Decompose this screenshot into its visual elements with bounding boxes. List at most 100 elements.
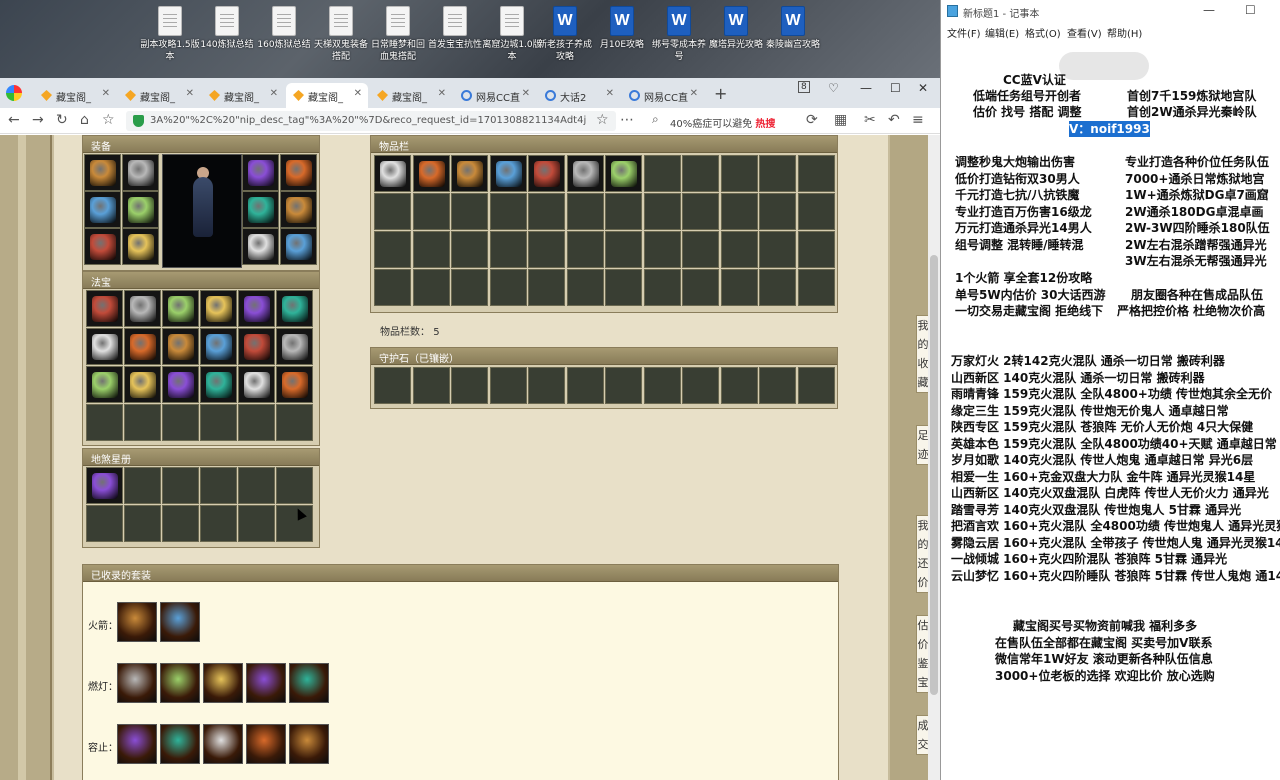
book-slot[interactable] [162,505,199,542]
fabao-slot[interactable] [238,290,275,327]
new-tab-button[interactable]: + [714,84,727,103]
sync-icon[interactable]: ⟳ [806,112,818,128]
equip-slot[interactable] [84,191,121,228]
fabao-slot[interactable] [238,328,275,365]
fabao-slot[interactable] [200,290,237,327]
equip-slot[interactable] [280,191,317,228]
fabao-slot[interactable] [276,290,313,327]
inventory-slot[interactable] [605,231,642,268]
book-slot[interactable] [162,467,199,504]
reload-icon[interactable]: ↻ [56,112,68,128]
np-minimize-button[interactable]: — [1203,3,1215,17]
inventory-slot[interactable] [412,269,450,306]
inventory-slot[interactable] [720,193,758,230]
tab-close-icon[interactable]: ✕ [354,88,362,99]
inventory-slot[interactable] [605,155,642,192]
tab-close-icon[interactable]: ✕ [606,88,614,99]
equip-slot[interactable] [242,228,279,265]
set-item[interactable] [160,663,200,703]
inventory-slot[interactable] [759,155,796,192]
fabao-slot[interactable] [276,404,313,441]
desktop-icon-text-file[interactable]: 首发宝宝抗性 [425,6,485,51]
inventory-slot[interactable] [374,155,411,192]
inventory-slot[interactable] [374,269,411,306]
equip-slot[interactable] [122,191,159,228]
set-item[interactable] [160,602,200,642]
inventory-slot[interactable] [720,231,758,268]
desktop-icon-text-file[interactable]: 离窟边城1.0版本 [482,6,542,63]
equip-slot[interactable] [122,228,159,265]
equip-slot[interactable] [84,228,121,265]
guard-slot[interactable] [797,367,835,404]
inventory-slot[interactable] [374,231,411,268]
inventory-slot[interactable] [528,231,565,268]
inventory-slot[interactable] [412,155,450,192]
tab-count-badge[interactable]: 8 [798,81,810,93]
inventory-slot[interactable] [566,193,604,230]
fabao-slot[interactable] [200,366,237,403]
skin-icon[interactable]: ♡ [828,81,839,95]
equip-slot[interactable] [280,154,317,191]
menu-item[interactable]: 帮助(H) [1107,25,1142,40]
favorite-star-icon[interactable]: ☆ [596,112,609,128]
inventory-slot[interactable] [682,269,719,306]
book-slot[interactable] [124,505,161,542]
inventory-slot[interactable] [451,269,488,306]
tab-7[interactable]: 大话2 ✕ [538,83,620,108]
inventory-slot[interactable] [643,269,681,306]
inventory-slot[interactable] [528,155,565,192]
inventory-slot[interactable] [451,155,488,192]
fabao-slot[interactable] [86,404,123,441]
inventory-slot[interactable] [643,231,681,268]
desktop-icon-word-doc[interactable]: W 绑号零成本养号 [649,6,709,63]
book-slot[interactable] [276,467,313,504]
scrollbar[interactable] [928,135,940,780]
inventory-slot[interactable] [720,269,758,306]
book-slot[interactable] [86,467,123,504]
inventory-slot[interactable] [489,193,527,230]
set-item[interactable] [289,663,329,703]
undo-icon[interactable]: ↶ [888,112,900,128]
book-slot[interactable] [200,505,237,542]
menu-item[interactable]: 查看(V) [1067,25,1102,40]
guard-slot[interactable] [720,367,758,404]
inventory-slot[interactable] [682,155,719,192]
desktop-icon-word-doc[interactable]: W 月10E攻略 [592,6,652,51]
fabao-slot[interactable] [238,404,275,441]
fabao-slot[interactable] [162,328,199,365]
fabao-slot[interactable] [162,404,199,441]
fabao-slot[interactable] [124,328,161,365]
inventory-slot[interactable] [759,231,796,268]
equip-slot[interactable] [242,154,279,191]
set-item[interactable] [246,663,286,703]
fabao-slot[interactable] [124,366,161,403]
menu-icon[interactable]: ≡ [912,112,924,128]
guard-slot[interactable] [759,367,796,404]
set-item[interactable] [117,663,157,703]
inventory-slot[interactable] [720,155,758,192]
tab-8[interactable]: 网易CC直 ✕ [622,83,704,108]
fabao-slot[interactable] [162,366,199,403]
desktop-icon-word-doc[interactable]: W 新老孩子养成攻略 [535,6,595,63]
inventory-slot[interactable] [797,231,835,268]
desktop-icon-text-file[interactable]: 副本攻略1.5版本 [140,6,200,63]
hot-search-label[interactable]: 热搜 [755,119,775,130]
inventory-slot[interactable] [797,193,835,230]
notepad-text-area[interactable]: CC蓝V认证 低端任务组号开创者 首创7千159炼狱地宫队 估价 找号 搭配 调整 首创… [941,40,1280,780]
inventory-slot[interactable] [566,155,604,192]
inventory-slot[interactable] [451,231,488,268]
book-slot[interactable] [86,505,123,542]
guard-slot[interactable] [489,367,527,404]
tab-close-icon[interactable]: ✕ [438,88,446,99]
set-item[interactable] [117,724,157,764]
menu-item[interactable]: 文件(F) [947,25,981,40]
tab-4[interactable]: 藏宝阁_ ✕ [286,83,368,108]
fabao-slot[interactable] [86,290,123,327]
desktop-icon-word-doc[interactable]: W 魔塔异光攻略 [706,6,766,51]
inventory-slot[interactable] [412,193,450,230]
set-item[interactable] [246,724,286,764]
equip-slot[interactable] [84,154,121,191]
fabao-slot[interactable] [276,328,313,365]
search-box[interactable]: ⌕ 40%癌症可以避免 热搜 [650,111,798,131]
inventory-slot[interactable] [759,269,796,306]
